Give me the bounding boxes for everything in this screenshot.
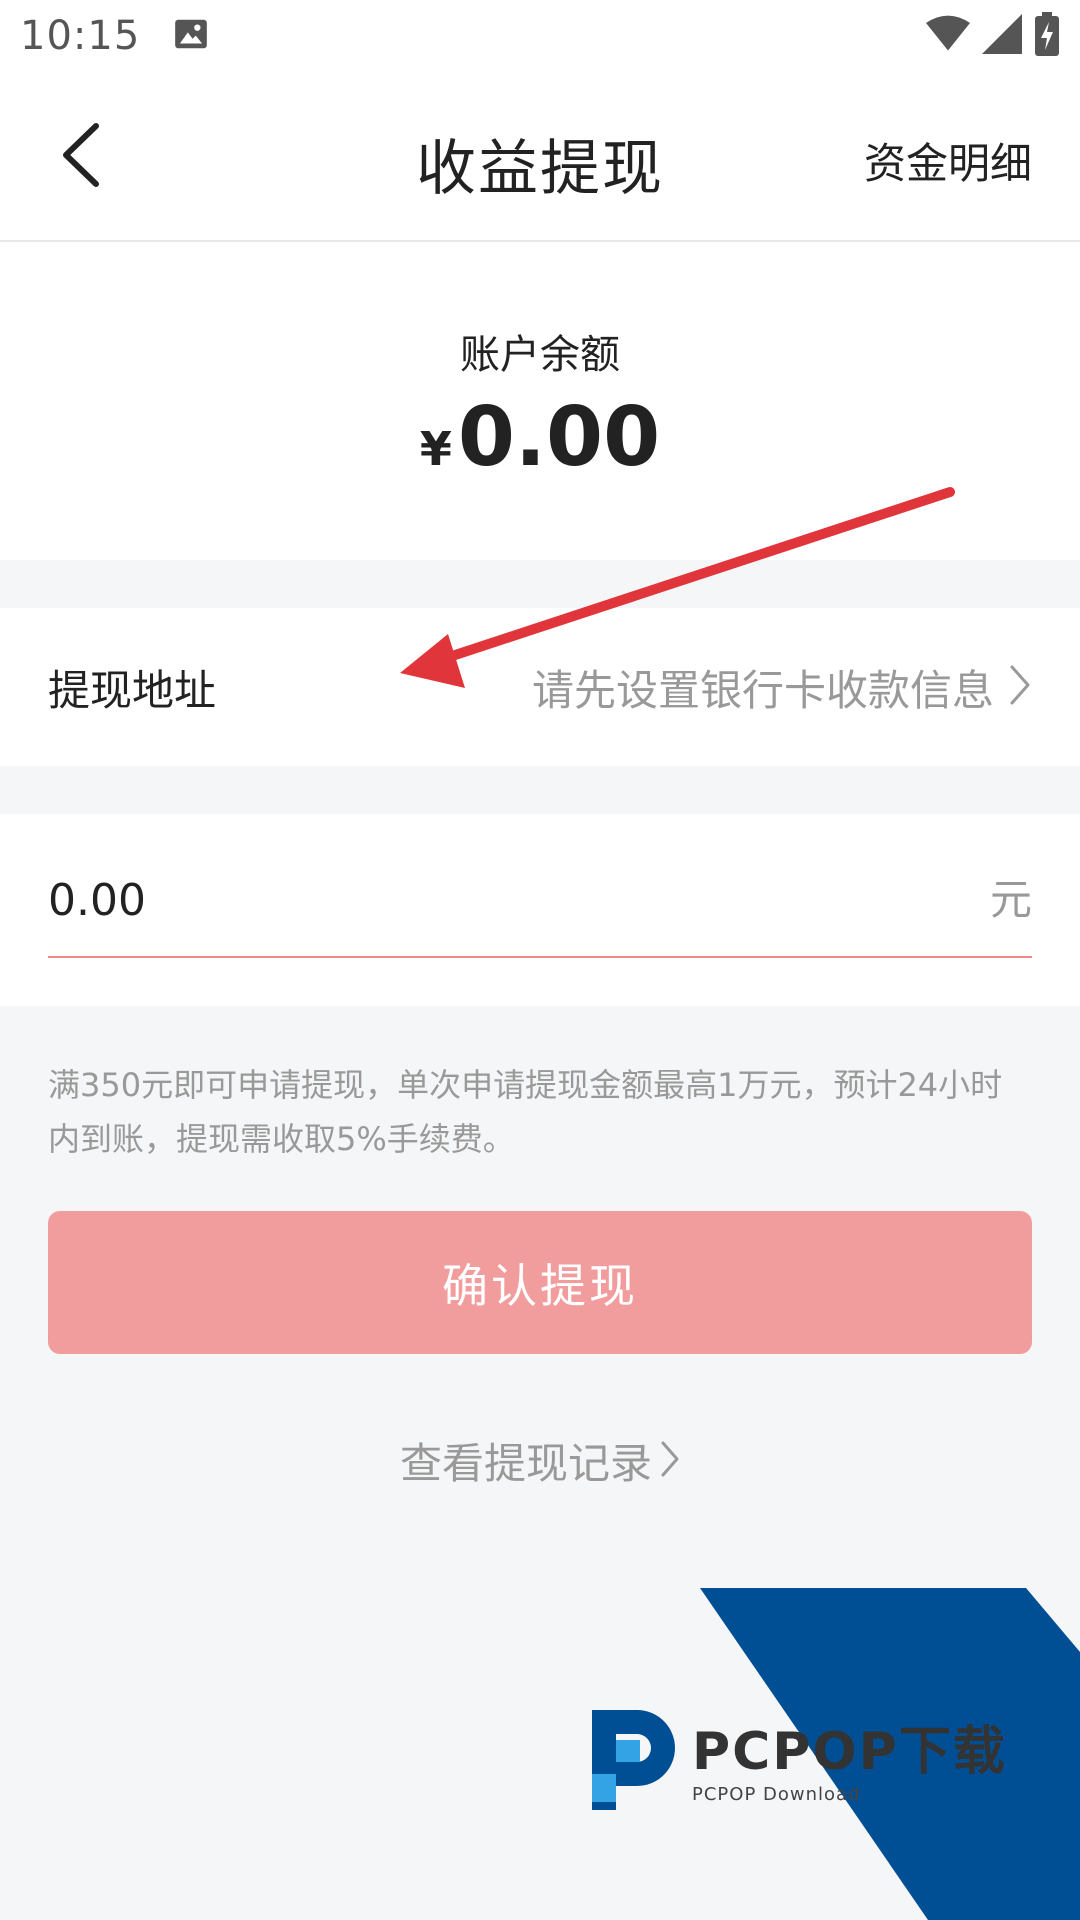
watermark-brand: PCPOP下载 [692, 1722, 1007, 1782]
watermark-sub: PCPOP Download [692, 1784, 861, 1805]
pcpop-logo-icon [582, 1700, 678, 1814]
watermark-logo: PCPOP下载 PCPOP Download [582, 1700, 1007, 1814]
watermark-text: PCPOP下载 PCPOP Download [692, 1709, 1007, 1805]
